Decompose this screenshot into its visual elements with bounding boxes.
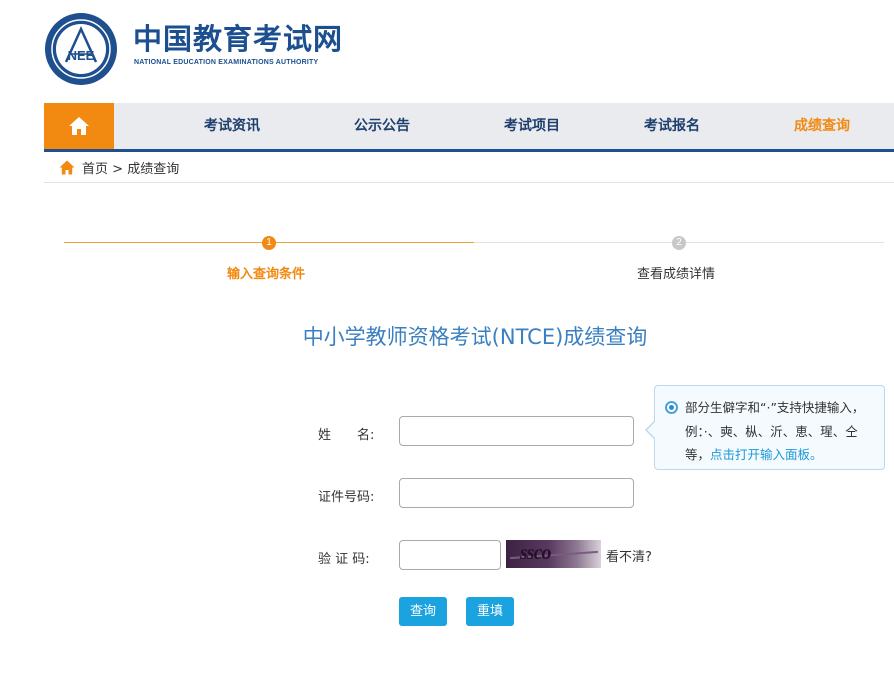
site-subtitle: NATIONAL EDUCATION EXAMINATIONS AUTHORIT… (134, 59, 319, 66)
breadcrumb-separator: > (112, 162, 124, 177)
nav-item-announcements[interactable]: 公示公告 (354, 103, 410, 149)
nav-item-exam-news[interactable]: 考试资讯 (204, 103, 260, 149)
nav-item-score-query[interactable]: 成绩查询 (794, 103, 850, 149)
step-2-number: 2 (672, 236, 686, 250)
captcha-image[interactable]: ssco (506, 540, 601, 568)
breadcrumb-home-link[interactable]: 首页 (82, 162, 108, 177)
breadcrumb: 首页 > 成绩查询 (44, 152, 894, 183)
rare-character-tip: 部分生僻字和“·”支持快捷输入，例：·、奭、枞、沂、恵、瑆、仝等，点击打开输入面… (645, 385, 885, 470)
open-input-panel-link[interactable]: 点击打开输入面板。 (710, 447, 823, 462)
breadcrumb-current: 成绩查询 (127, 162, 180, 177)
captcha-input[interactable] (399, 540, 501, 570)
step-1-label: 输入查询条件 (227, 267, 306, 282)
nav-item-registration[interactable]: 考试报名 (644, 103, 700, 149)
reset-button[interactable]: 重填 (466, 597, 514, 626)
main-nav: 考试资讯 公示公告 考试项目 考试报名 成绩查询 (44, 103, 894, 152)
site-title: 中国教育考试网 (133, 22, 344, 56)
radio-icon (665, 401, 678, 414)
captcha-label: 验 证 码: (318, 552, 370, 567)
step-2-label: 查看成绩详情 (637, 267, 716, 282)
step-1-number: 1 (262, 236, 276, 250)
name-input[interactable] (399, 416, 634, 446)
nav-item-exam-projects[interactable]: 考试项目 (504, 103, 560, 149)
id-number-label: 证件号码: (318, 490, 375, 505)
captcha-image-text: ssco (520, 542, 551, 564)
captcha-refresh-link[interactable]: 看不清? (606, 546, 652, 565)
svg-text:NEE: NEE (68, 48, 95, 63)
home-icon (69, 117, 89, 135)
submit-button[interactable]: 查询 (399, 597, 447, 626)
home-icon (59, 160, 75, 175)
nav-home-button[interactable] (44, 103, 114, 149)
neea-logo: NEE (45, 13, 117, 85)
name-label: 姓 名: (318, 428, 375, 443)
page-title: 中小学教师资格考试(NTCE)成绩查询 (302, 325, 648, 349)
id-number-input[interactable] (399, 478, 634, 508)
